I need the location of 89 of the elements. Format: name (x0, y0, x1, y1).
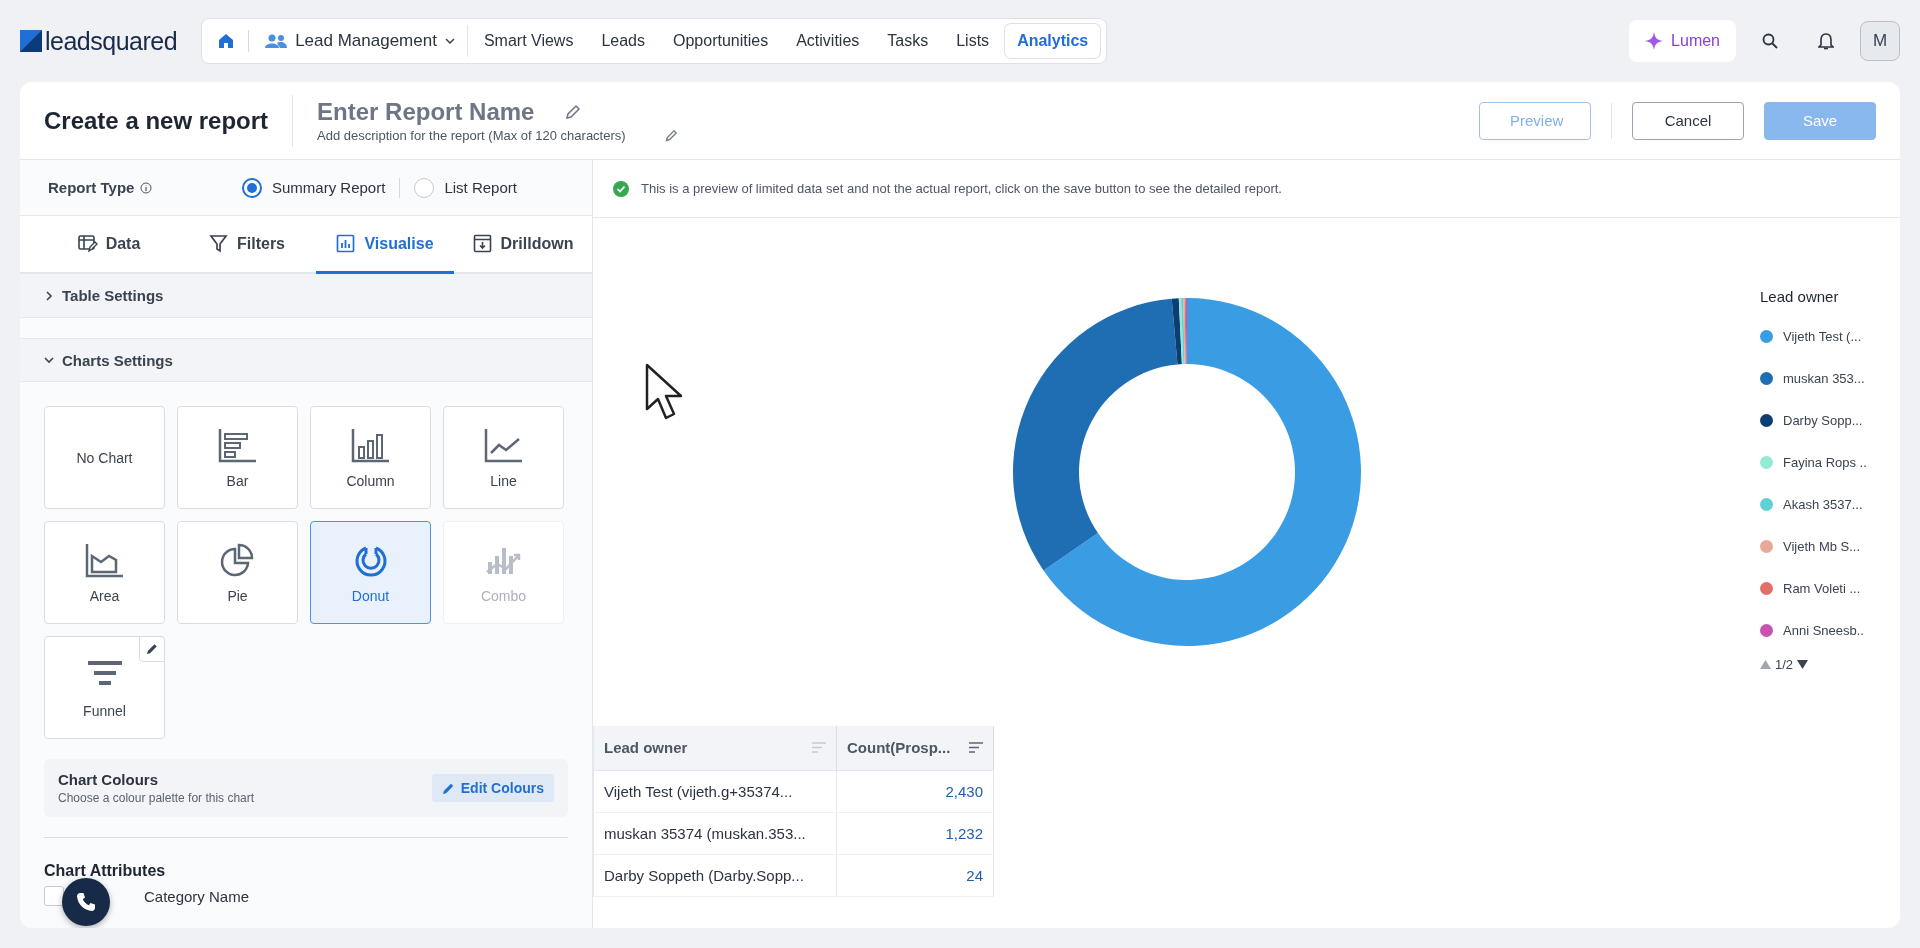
thin-slices-drawing (1178, 298, 1187, 365)
report-type-label: Report Type (48, 179, 135, 196)
bar-chart-icon (217, 426, 258, 463)
nav-tab[interactable]: Analytics (1005, 24, 1101, 58)
line-chart-icon (483, 426, 524, 463)
logo-icon (20, 30, 42, 52)
page-down-button[interactable] (1797, 660, 1809, 669)
chart-type-option[interactable]: Bar (177, 406, 298, 509)
legend-label[interactable]: Vijeth Mb S... (1783, 538, 1861, 554)
sort-icon (812, 742, 826, 754)
table-cell: Vijeth Test (vijeth.g+35374... (593, 770, 837, 812)
section-title: Chart Attributes (44, 862, 167, 880)
pencil-icon (146, 643, 158, 655)
triangle-down-icon (1797, 660, 1809, 669)
chart-type-option[interactable]: Funnel (44, 636, 165, 739)
accordion-header[interactable]: Charts Settings (20, 338, 592, 382)
search-icon (1762, 33, 1778, 49)
legend-label[interactable]: Darby Sopp... (1783, 412, 1863, 428)
avatar-button[interactable]: M (1860, 21, 1900, 61)
bar-chart-icon (336, 234, 357, 253)
table-cell: 2,430 (836, 770, 994, 812)
people-icon (265, 33, 288, 49)
tab[interactable]: Drilldown (454, 216, 592, 274)
legend-title: Lead owner (1760, 288, 1840, 305)
chart-type-option[interactable]: No Chart (44, 406, 165, 509)
module-dropdown[interactable]: Lead Management (253, 25, 468, 57)
check-circle-icon (613, 180, 629, 197)
info-icon (140, 181, 153, 194)
chart-type-option[interactable]: Line (443, 406, 564, 509)
home-icon (217, 32, 236, 50)
table-cell: 1,232 (836, 812, 994, 854)
table-cell: 24 (836, 854, 994, 896)
edit-button[interactable] (139, 636, 165, 662)
sort-icon (969, 742, 983, 754)
column-header[interactable]: Count(Prosp... (836, 726, 994, 770)
legend-label[interactable]: Anni Sneesb.. (1783, 622, 1864, 638)
legend-label[interactable]: Ram Voleti ... (1783, 580, 1861, 596)
radio-option[interactable]: List Report (400, 177, 531, 198)
radio-icon[interactable] (242, 177, 262, 198)
cancel-button[interactable]: Cancel (1632, 101, 1744, 140)
panel-title: Chart Colours (58, 771, 159, 788)
column-header[interactable]: Lead owner (593, 726, 837, 770)
chevron-down-icon (444, 38, 455, 44)
legend-label[interactable]: Fayina Rops .. (1783, 454, 1867, 470)
nav-tab[interactable]: Smart Views (471, 24, 586, 58)
checkbox[interactable] (44, 886, 64, 906)
chart-type-option[interactable]: Column (310, 406, 431, 509)
page-indicator: 1/2 (1775, 657, 1794, 672)
tab[interactable]: Filters (178, 216, 316, 274)
checkbox-label: Category Name (144, 887, 250, 905)
legend-label[interactable]: Akash 3537... (1783, 496, 1863, 512)
chart-type-option: Combo (443, 521, 564, 624)
phone-icon (76, 892, 96, 912)
logo-text: leadsquared (45, 26, 178, 56)
lumen-button[interactable]: Lumen (1629, 20, 1736, 62)
legend-label[interactable]: Vijeth Test (... (1783, 328, 1862, 344)
nav-tab[interactable]: Activities (784, 24, 872, 58)
panel-subtitle: Choose a colour palette for this chart (58, 791, 255, 805)
chart-type-option[interactable]: Area (44, 521, 165, 624)
area-chart-icon (84, 541, 125, 578)
legend-label[interactable]: muskan 353... (1783, 370, 1865, 386)
table-edit-icon (77, 234, 98, 253)
radio-icon[interactable] (414, 177, 435, 198)
nav-tab[interactable]: Tasks (875, 24, 941, 58)
download-box-icon (472, 234, 493, 253)
pencil-icon (665, 129, 679, 142)
pencil-icon (565, 104, 582, 120)
chart-type-option[interactable]: Donut (310, 521, 431, 624)
chart-type-option[interactable]: Pie (177, 521, 298, 624)
table-cell: Darby Soppeth (Darby.Sopp... (593, 854, 837, 896)
chevron-down-icon (44, 355, 54, 365)
chevron-right-icon (44, 290, 54, 301)
bell-icon (1818, 32, 1834, 50)
table-cell: muskan 35374 (muskan.353... (593, 812, 837, 854)
edit-colours-button[interactable]: Edit Colours (431, 774, 554, 802)
filter-icon (209, 234, 229, 253)
sparkle-icon (1645, 32, 1664, 50)
notice-text: This is a preview of limited data set and not the actual report, click on the save button to see the detailed report. (641, 181, 1282, 196)
column-chart-icon (350, 426, 391, 463)
nav-tab[interactable]: Leads (589, 24, 657, 58)
accordion-header[interactable]: Table Settings (20, 274, 592, 318)
page-title: Create a new report (44, 94, 294, 147)
nav-tab[interactable]: Lists (944, 24, 1002, 58)
pencil-icon (441, 781, 455, 795)
tab[interactable]: Data (40, 216, 178, 274)
nav-tab[interactable]: Opportunities (661, 24, 781, 58)
call-button[interactable] (62, 878, 110, 926)
radio-option[interactable]: Summary Report (228, 177, 400, 198)
triangle-up-icon (1760, 660, 1771, 669)
